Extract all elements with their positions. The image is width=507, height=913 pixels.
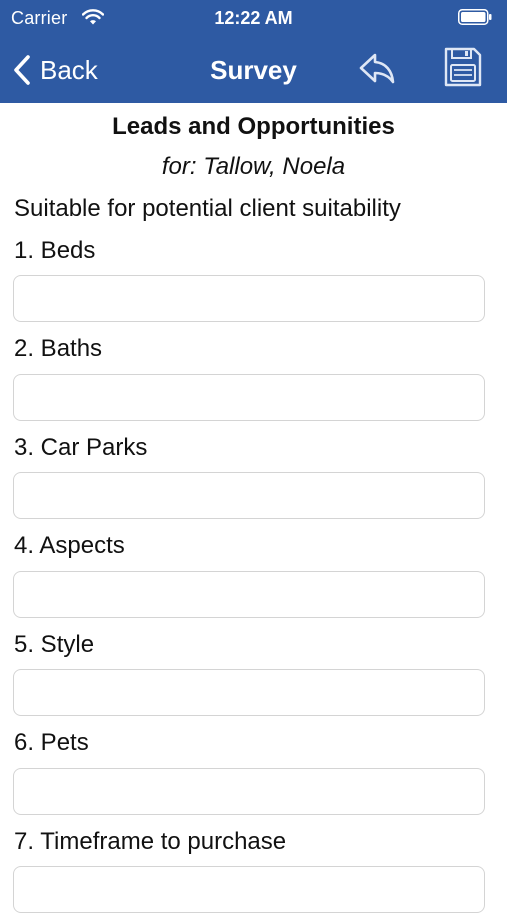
page-title: Survey	[210, 55, 297, 85]
question-aspects-label: 4. Aspects	[14, 532, 125, 559]
survey-subtitle: for: Tallow, Noela	[161, 153, 346, 180]
survey-description: Suitable for potential client suitabilit…	[14, 195, 401, 222]
nav-bar: Back Survey	[0, 36, 507, 103]
clock: 12:22 AM	[214, 8, 293, 28]
question-aspects-input[interactable]	[13, 571, 485, 618]
question-pets-input[interactable]	[13, 768, 485, 815]
question-timeframe-label: 7. Timeframe to purchase	[14, 828, 287, 855]
question-pets-label: 6. Pets	[14, 729, 89, 756]
status-bar: Carrier 12:22 AM	[0, 0, 507, 36]
question-style-label: 5. Style	[14, 631, 95, 658]
question-beds-input[interactable]	[13, 275, 485, 322]
question-baths-label: 2. Baths	[14, 335, 103, 362]
survey-title: Leads and Opportunities	[112, 113, 395, 140]
question-baths-input[interactable]	[13, 374, 485, 421]
reply-icon[interactable]	[356, 47, 398, 89]
question-car-parks-label: 3. Car Parks	[14, 434, 148, 461]
app-header: Carrier 12:22 AM Back Survey	[0, 0, 507, 103]
survey-form: Leads and Opportunities for: Tallow, Noe…	[0, 103, 507, 913]
question-car-parks-input[interactable]	[13, 472, 485, 519]
question-style-input[interactable]	[13, 669, 485, 716]
question-timeframe-input[interactable]	[13, 866, 485, 913]
save-icon[interactable]	[443, 46, 483, 88]
question-beds-label: 1. Beds	[14, 237, 96, 264]
battery-icon	[458, 9, 492, 25]
